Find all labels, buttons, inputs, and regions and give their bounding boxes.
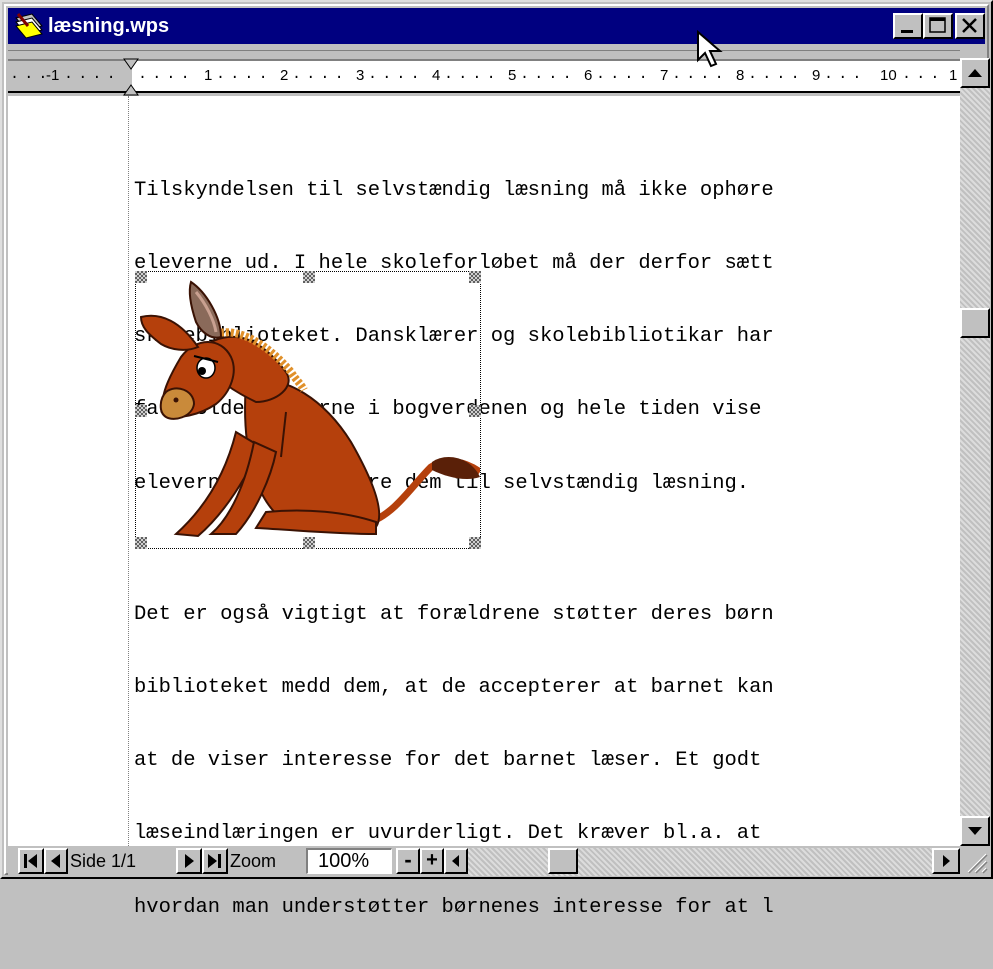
mouse-pointer-icon [697,30,723,68]
text-line: at de viser interesse for det barnet læs… [134,749,762,773]
donkey-image [139,280,483,538]
resize-handle-e[interactable] [469,405,481,417]
resize-handle-s[interactable] [303,537,315,549]
last-page-icon [208,854,221,868]
ruler-ticks: .... [64,66,121,83]
ruler-ticks: .... [444,66,501,83]
ruler-number: 7 [660,67,669,84]
arrow-down-icon [968,827,982,835]
text-line: læseindlæringen er uvurderligt. Det kræv… [134,822,762,846]
navigation-bar: Side 1/1 Zoom 100% - + [8,846,960,876]
maximize-button[interactable] [923,13,953,39]
horizontal-scroll-thumb[interactable] [548,848,578,874]
document-area[interactable]: Tilskyndelsen til selvstændig læsning må… [8,96,960,919]
ruler-ticks: .... [596,66,653,83]
text-line: hvordan man understøtter børnenes intere… [134,895,774,919]
ruler-number: 3 [356,67,365,84]
last-page-button[interactable] [202,848,228,874]
text-line: Tilskyndelsen til selvstændig læsning må… [134,178,774,202]
arrow-right-icon [185,854,194,868]
ruler-number: 5 [508,67,517,84]
ruler-ticks: .... [520,66,577,83]
size-grip[interactable] [960,846,990,876]
resize-handle-ne[interactable] [469,271,481,283]
resize-handle-sw[interactable] [135,537,147,549]
next-page-button[interactable] [176,848,202,874]
ruler-number: 6 [584,67,593,84]
ruler-number: 1 [949,67,958,84]
text-line: biblioteket medd dem, at de accepterer a… [134,676,774,700]
arrow-right-icon [943,855,950,867]
ruler-ticks: .... [138,66,195,83]
paragraph-2[interactable]: Det er også vigtigt at forældrene støtte… [134,554,960,969]
ruler-number: -1 [46,67,60,84]
vertical-scrollbar[interactable] [960,58,990,846]
arrow-left-icon [452,855,459,867]
zoom-in-button[interactable]: + [420,848,444,874]
ruler-ticks: .... [292,66,349,83]
arrow-up-icon [968,69,982,77]
text-line: Det er også vigtigt at forældrene støtte… [134,602,774,626]
ruler-ticks: ... [824,66,867,83]
ruler-number: 8 [736,67,745,84]
zoom-label: Zoom [230,851,277,871]
zoom-field[interactable]: 100% [306,848,392,874]
indent-marker-icon[interactable] [122,57,140,97]
window-title: læsning.wps [48,15,170,37]
title-bar[interactable]: læsning.wps [8,8,985,44]
resize-grip-icon [967,853,988,874]
page-indicator: Side 1/1 [70,851,137,871]
scroll-down-button[interactable] [960,816,990,846]
scroll-up-button[interactable] [960,58,990,88]
close-icon [962,18,977,33]
resize-handle-n[interactable] [303,271,315,283]
maximize-icon [929,17,946,33]
ruler-ticks: .... [368,66,425,83]
ruler-ticks: .... [216,66,273,83]
resize-handle-se[interactable] [469,537,481,549]
zoom-out-button[interactable]: - [396,848,420,874]
ruler-number: 9 [812,67,821,84]
ruler-ticks: .... [748,66,805,83]
scroll-right-button[interactable] [932,848,960,874]
first-page-icon [24,854,37,868]
horizontal-scrollbar[interactable] [468,848,932,876]
ruler-number: 4 [432,67,441,84]
previous-page-button[interactable] [44,848,68,874]
vertical-scroll-thumb[interactable] [960,308,990,338]
margin-guide [128,96,129,846]
first-page-button[interactable] [18,848,44,874]
ruler[interactable]: ... -1 .... .... 1 .... 2 .... 3 .... 4 … [8,50,960,97]
close-button[interactable] [955,13,985,39]
resize-handle-w[interactable] [135,405,147,417]
document-window: læsning.wps ... -1 .... .... 1 .... 2 ..… [0,0,993,919]
ruler-number: 1 [204,67,213,84]
scroll-left-button[interactable] [444,848,468,874]
wordpad-pen-icon[interactable] [14,12,44,40]
ruler-number: 2 [280,67,289,84]
ruler-ticks: ... [902,66,945,83]
resize-handle-nw[interactable] [135,271,147,283]
minimize-button[interactable] [893,13,923,39]
ruler-number: 10 [880,67,897,84]
minimize-icon [901,30,913,33]
donkey-picture[interactable] [135,271,483,549]
arrow-left-icon [51,854,60,868]
